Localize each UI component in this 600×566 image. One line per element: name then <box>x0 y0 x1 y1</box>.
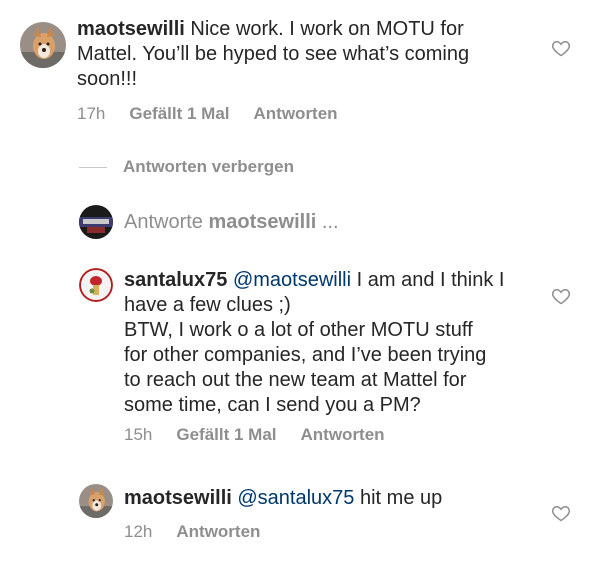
likes-count[interactable]: Gefällt 1 Mal <box>176 425 276 445</box>
comment-body: BTW, I work o a lot of other MOTU stuff <box>124 319 473 341</box>
reply-button[interactable]: Antworten <box>254 104 338 124</box>
comment-body: have a few clues ;) <box>124 294 291 316</box>
reply-input[interactable]: Antworte maotsewilli ... <box>124 211 339 234</box>
reply-button[interactable]: Antworten <box>176 522 260 542</box>
comment-username[interactable]: maotsewilli <box>124 487 232 509</box>
comment-text: maotsewilli Nice work. I work on MOTU fo… <box>77 17 557 92</box>
comment-body: hit me up <box>359 487 443 509</box>
comment-time: 17h <box>77 104 106 123</box>
comment-meta: 15h Gefällt 1 Mal Antworten <box>124 425 385 445</box>
likes-count[interactable]: Gefällt 1 Mal <box>129 104 229 124</box>
avatar-santalux75[interactable] <box>79 268 113 302</box>
comment-body: to reach out the new team at Mattel for <box>124 369 467 391</box>
comment-text: santalux75 @maotsewilli I am and I think… <box>124 268 554 418</box>
hide-replies-button[interactable]: Antworten verbergen <box>79 157 294 177</box>
reply-suffix: ... <box>321 211 339 233</box>
comment-meta: 17h Gefällt 1 Mal Antworten <box>77 104 338 124</box>
comment-time: 15h <box>124 425 153 444</box>
comment-meta: 12h Antworten <box>124 522 260 542</box>
heart-outline-icon[interactable] <box>551 286 571 306</box>
comment-text: maotsewilli @santalux75 hit me up <box>124 486 554 511</box>
comment-body: I am and I think I <box>356 269 505 291</box>
comment-time: 12h <box>124 522 153 541</box>
reply-prefix: Antworte <box>124 211 203 233</box>
comment-body: Mattel. You’ll be hyped to see what’s co… <box>77 43 470 65</box>
comment-username[interactable]: santalux75 <box>124 269 227 291</box>
divider-line <box>79 166 107 168</box>
heart-outline-icon[interactable] <box>551 503 571 523</box>
comment-body: Nice work. I work on MOTU for <box>190 18 464 40</box>
hide-replies-label: Antworten verbergen <box>123 157 294 176</box>
avatar-maotsewilli[interactable] <box>20 22 66 68</box>
reply-button[interactable]: Antworten <box>301 425 385 445</box>
avatar-current-user <box>79 205 113 239</box>
mention-link[interactable]: @maotsewilli <box>233 269 351 291</box>
avatar-maotsewilli[interactable] <box>79 484 113 518</box>
mention-link[interactable]: @santalux75 <box>237 487 354 509</box>
comment-body: soon!!! <box>77 68 138 90</box>
comment-body: some time, can I send you a PM? <box>124 394 421 416</box>
heart-outline-icon[interactable] <box>551 38 571 58</box>
comment-username[interactable]: maotsewilli <box>77 18 185 40</box>
comment-body: for other companies, and I’ve been tryin… <box>124 344 487 366</box>
reply-username: maotsewilli <box>208 211 317 233</box>
